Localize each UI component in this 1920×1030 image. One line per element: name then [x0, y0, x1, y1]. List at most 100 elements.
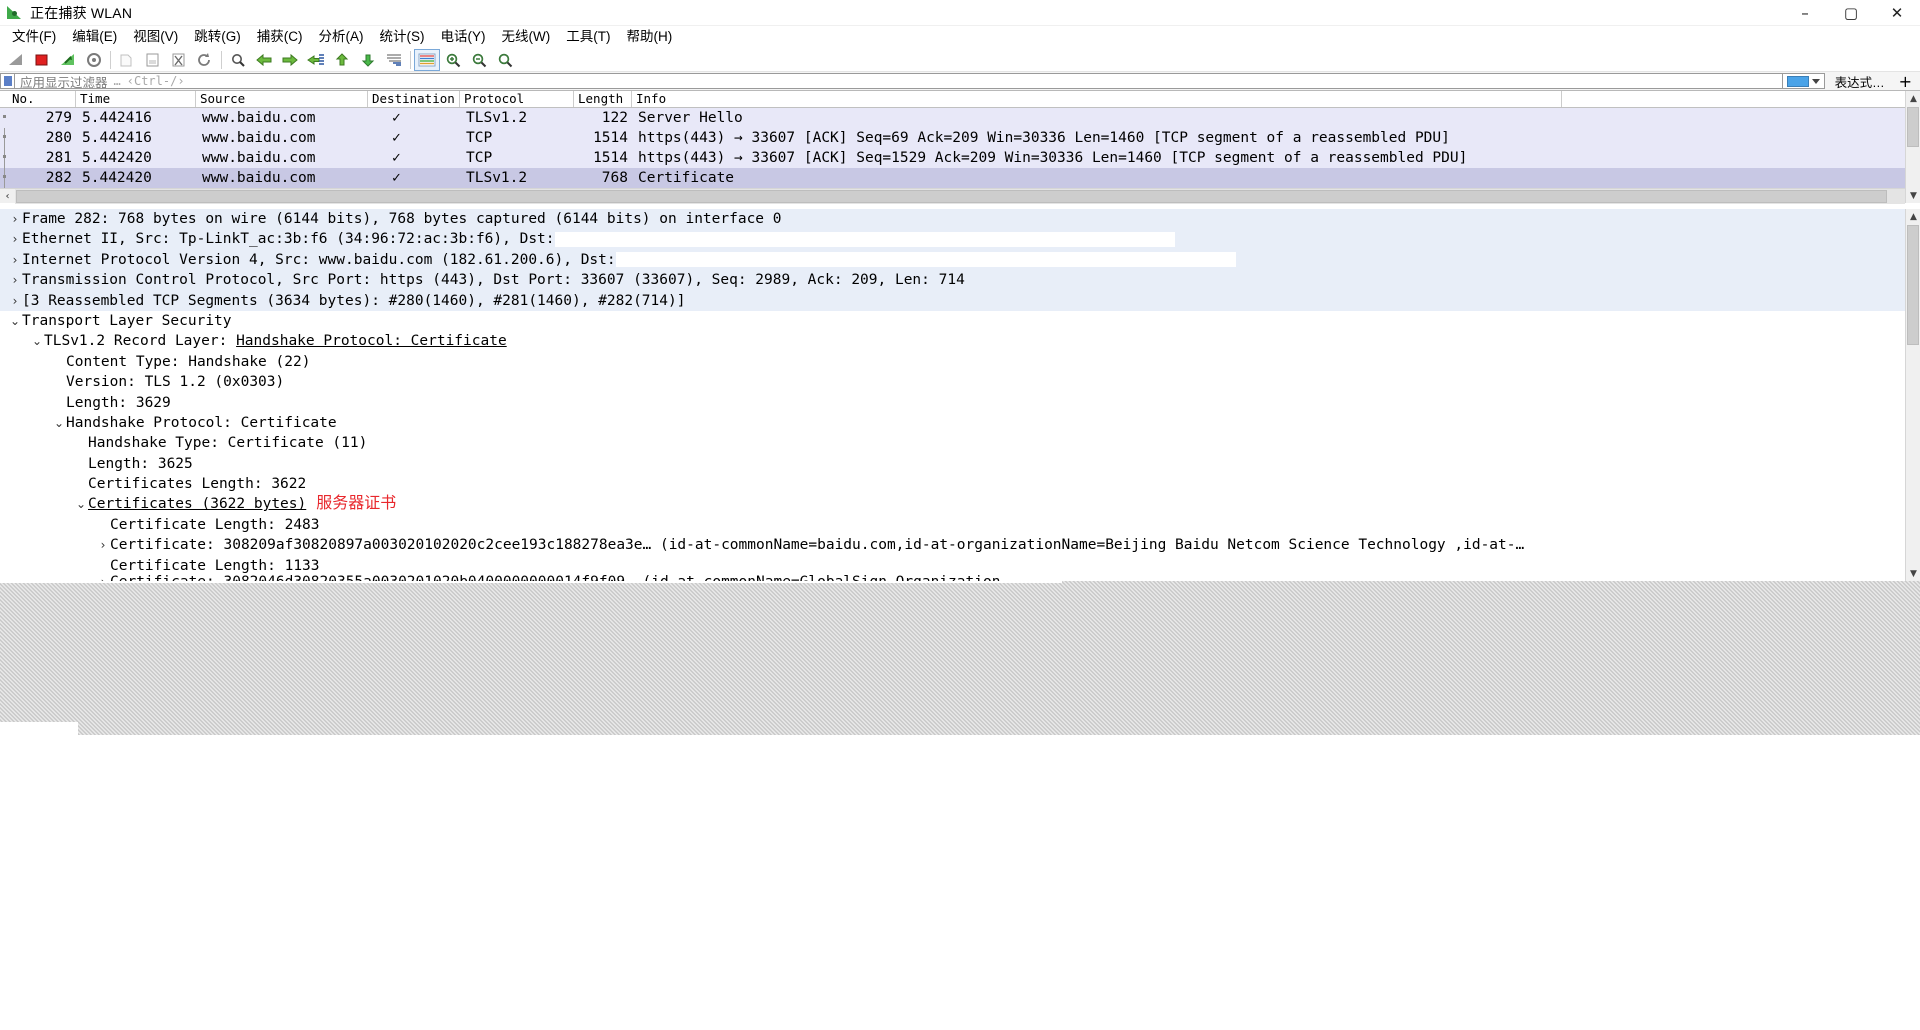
auto-scroll-icon[interactable]	[381, 49, 407, 71]
zoom-reset-icon[interactable]	[492, 49, 518, 71]
go-last-packet-icon[interactable]	[355, 49, 381, 71]
colorize-packets-icon[interactable]	[414, 48, 440, 71]
close-file-icon[interactable]	[166, 49, 192, 71]
scroll-down-icon[interactable]: ▼	[1906, 566, 1920, 581]
column-header-protocol[interactable]: Protocol	[460, 91, 574, 107]
start-capture-icon[interactable]	[3, 49, 29, 71]
scroll-down-icon[interactable]: ▼	[1906, 188, 1920, 203]
go-back-icon[interactable]	[251, 49, 277, 71]
menu-go[interactable]: 跳转(G)	[186, 26, 249, 48]
tree-row-ipv4[interactable]: › Internet Protocol Version 4, Src: www.b…	[0, 249, 1905, 271]
go-first-packet-icon[interactable]	[329, 49, 355, 71]
menu-telephony[interactable]: 电话(Y)	[433, 26, 494, 48]
chevron-right-icon[interactable]: ›	[8, 229, 22, 249]
packet-row[interactable]: 281 5.442420 www.baidu.com ✓ TCP 1514 https(44…	[0, 148, 1905, 168]
open-file-icon[interactable]	[114, 49, 140, 71]
filter-expression-button[interactable]: 表达式…	[1825, 73, 1895, 90]
tree-row-handshake-protocol-label: Handshake Protocol: Certificate	[66, 414, 337, 431]
menu-wireless[interactable]: 无线(W)	[494, 26, 559, 48]
chevron-down-icon[interactable]: ⌄	[74, 494, 88, 514]
go-to-packet-icon[interactable]	[303, 49, 329, 71]
tree-row-handshake-length[interactable]: Length: 3625	[0, 454, 1905, 474]
tree-row-content-type[interactable]: Content Type: Handshake (22)	[0, 352, 1905, 372]
save-file-icon[interactable]	[140, 49, 166, 71]
redacted-field	[615, 252, 1236, 268]
menu-file[interactable]: 文件(F)	[4, 26, 64, 48]
main-toolbar	[0, 48, 1920, 72]
chevron-down-icon[interactable]	[1811, 78, 1820, 84]
chevron-right-icon[interactable]: ›	[8, 270, 22, 290]
chevron-right-icon[interactable]: ›	[8, 291, 22, 311]
menu-edit[interactable]: 编辑(E)	[64, 26, 125, 48]
packet-cell-destination: ✓	[392, 170, 401, 186]
packet-bytes-placeholder	[0, 581, 1920, 735]
column-header-destination[interactable]: Destination	[368, 91, 460, 107]
menu-analyze[interactable]: 分析(A)	[311, 26, 372, 48]
tree-row-reassembled[interactable]: › [3 Reassembled TCP Segments (3634 bytes…	[0, 290, 1905, 311]
menu-tools[interactable]: 工具(T)	[558, 26, 618, 48]
tree-row-handshake-type[interactable]: Handshake Type: Certificate (11)	[0, 433, 1905, 453]
filter-chip-icon[interactable]	[1786, 75, 1809, 87]
tree-row-tcp[interactable]: › Transmission Control Protocol, Src Port…	[0, 270, 1905, 291]
menu-capture[interactable]: 捕获(C)	[249, 26, 311, 48]
tree-row-cert1[interactable]: › Certificate: 308209af30820897a003020102…	[0, 535, 1905, 555]
column-header-source[interactable]: Source	[196, 91, 368, 107]
reload-icon[interactable]	[192, 49, 218, 71]
column-header-info[interactable]: Info	[632, 91, 1562, 107]
tree-row-certificates-link[interactable]: Certificates (3622 bytes)	[88, 496, 306, 512]
maximize-button[interactable]: ▢	[1828, 0, 1874, 26]
tree-row-ethernet[interactable]: › Ethernet II, Src: Tp-LinkT_ac:3b:f6 (34…	[0, 229, 1905, 250]
zoom-out-icon[interactable]	[466, 49, 492, 71]
filter-bookmark-icon[interactable]	[0, 73, 14, 89]
column-header-no[interactable]: No.	[8, 91, 76, 107]
scroll-thumb[interactable]	[1907, 225, 1919, 345]
chevron-right-icon[interactable]: ›	[8, 250, 22, 270]
scroll-up-icon[interactable]: ▲	[1906, 209, 1920, 224]
packet-list-rows[interactable]: 279 5.442416 www.baidu.com ✓ TLSv1.2 122 Serve…	[0, 108, 1905, 188]
stop-capture-icon[interactable]	[29, 49, 55, 71]
capture-options-icon[interactable]	[81, 49, 107, 71]
packet-list-header[interactable]: No. Time Source Destination Protocol Length In…	[0, 91, 1905, 108]
minimize-button[interactable]: –	[1782, 0, 1828, 26]
menu-help[interactable]: 帮助(H)	[618, 26, 680, 48]
scroll-left-icon[interactable]: ‹	[0, 189, 15, 204]
tree-row-tls[interactable]: ⌄ Transport Layer Security	[0, 311, 1905, 331]
hscroll-thumb[interactable]	[16, 189, 1888, 203]
tree-row-version[interactable]: Version: TLS 1.2 (0x0303)	[0, 372, 1905, 392]
scroll-up-icon[interactable]: ▲	[1906, 91, 1920, 106]
tree-row-record-layer[interactable]: ⌄ TLSv1.2 Record Layer: Handshake Protoco…	[0, 331, 1905, 351]
packet-list-hscrollbar[interactable]: ‹	[0, 188, 1905, 204]
close-button[interactable]: ✕	[1874, 0, 1920, 26]
tree-row-frame[interactable]: › Frame 282: 768 bytes on wire (6144 bits…	[0, 209, 1905, 230]
packet-list-vscrollbar[interactable]: ▲ ▼	[1905, 91, 1920, 203]
display-filter-input[interactable]: 应用显示过滤器 … ‹Ctrl-/›	[14, 73, 1783, 89]
tree-row-cert1-length[interactable]: Certificate Length: 2483	[0, 515, 1905, 535]
chevron-right-icon[interactable]: ›	[96, 535, 110, 555]
column-header-time[interactable]: Time	[76, 91, 196, 107]
chevron-down-icon[interactable]: ⌄	[8, 311, 22, 331]
packet-row[interactable]: 282 5.442420 www.baidu.com ✓ TLSv1.2 768 Certi…	[0, 168, 1905, 188]
tree-row-tls-label: Transport Layer Security	[22, 312, 232, 329]
packet-list[interactable]: No. Time Source Destination Protocol Length In…	[0, 91, 1905, 188]
tree-row-certificates[interactable]: ⌄ Certificates (3622 bytes) 服务器证书	[0, 494, 1905, 514]
tree-row-certificates-length[interactable]: Certificates Length: 3622	[0, 474, 1905, 494]
menu-statistics[interactable]: 统计(S)	[372, 26, 433, 48]
packet-detail-vscrollbar[interactable]: ▲ ▼	[1905, 209, 1920, 581]
column-header-length[interactable]: Length	[574, 91, 632, 107]
tree-row-handshake-protocol[interactable]: ⌄ Handshake Protocol: Certificate	[0, 413, 1905, 433]
menu-view[interactable]: 视图(V)	[125, 26, 186, 48]
chevron-down-icon[interactable]: ⌄	[30, 331, 44, 351]
restart-capture-icon[interactable]	[55, 49, 81, 71]
chevron-right-icon[interactable]: ›	[8, 209, 22, 229]
filter-add-button[interactable]: +	[1895, 72, 1920, 91]
tree-row-record-layer-link[interactable]: Handshake Protocol: Certificate	[236, 333, 507, 349]
find-packet-icon[interactable]	[225, 49, 251, 71]
zoom-in-icon[interactable]	[440, 49, 466, 71]
scroll-thumb[interactable]	[1907, 107, 1919, 147]
hscroll-track[interactable]	[15, 188, 1905, 204]
packet-row[interactable]: 279 5.442416 www.baidu.com ✓ TLSv1.2 122 Serve…	[0, 108, 1905, 128]
tree-row-record-length[interactable]: Length: 3629	[0, 393, 1905, 413]
packet-row[interactable]: 280 5.442416 www.baidu.com ✓ TCP 1514 https(44…	[0, 128, 1905, 148]
chevron-down-icon[interactable]: ⌄	[52, 413, 66, 433]
go-forward-icon[interactable]	[277, 49, 303, 71]
